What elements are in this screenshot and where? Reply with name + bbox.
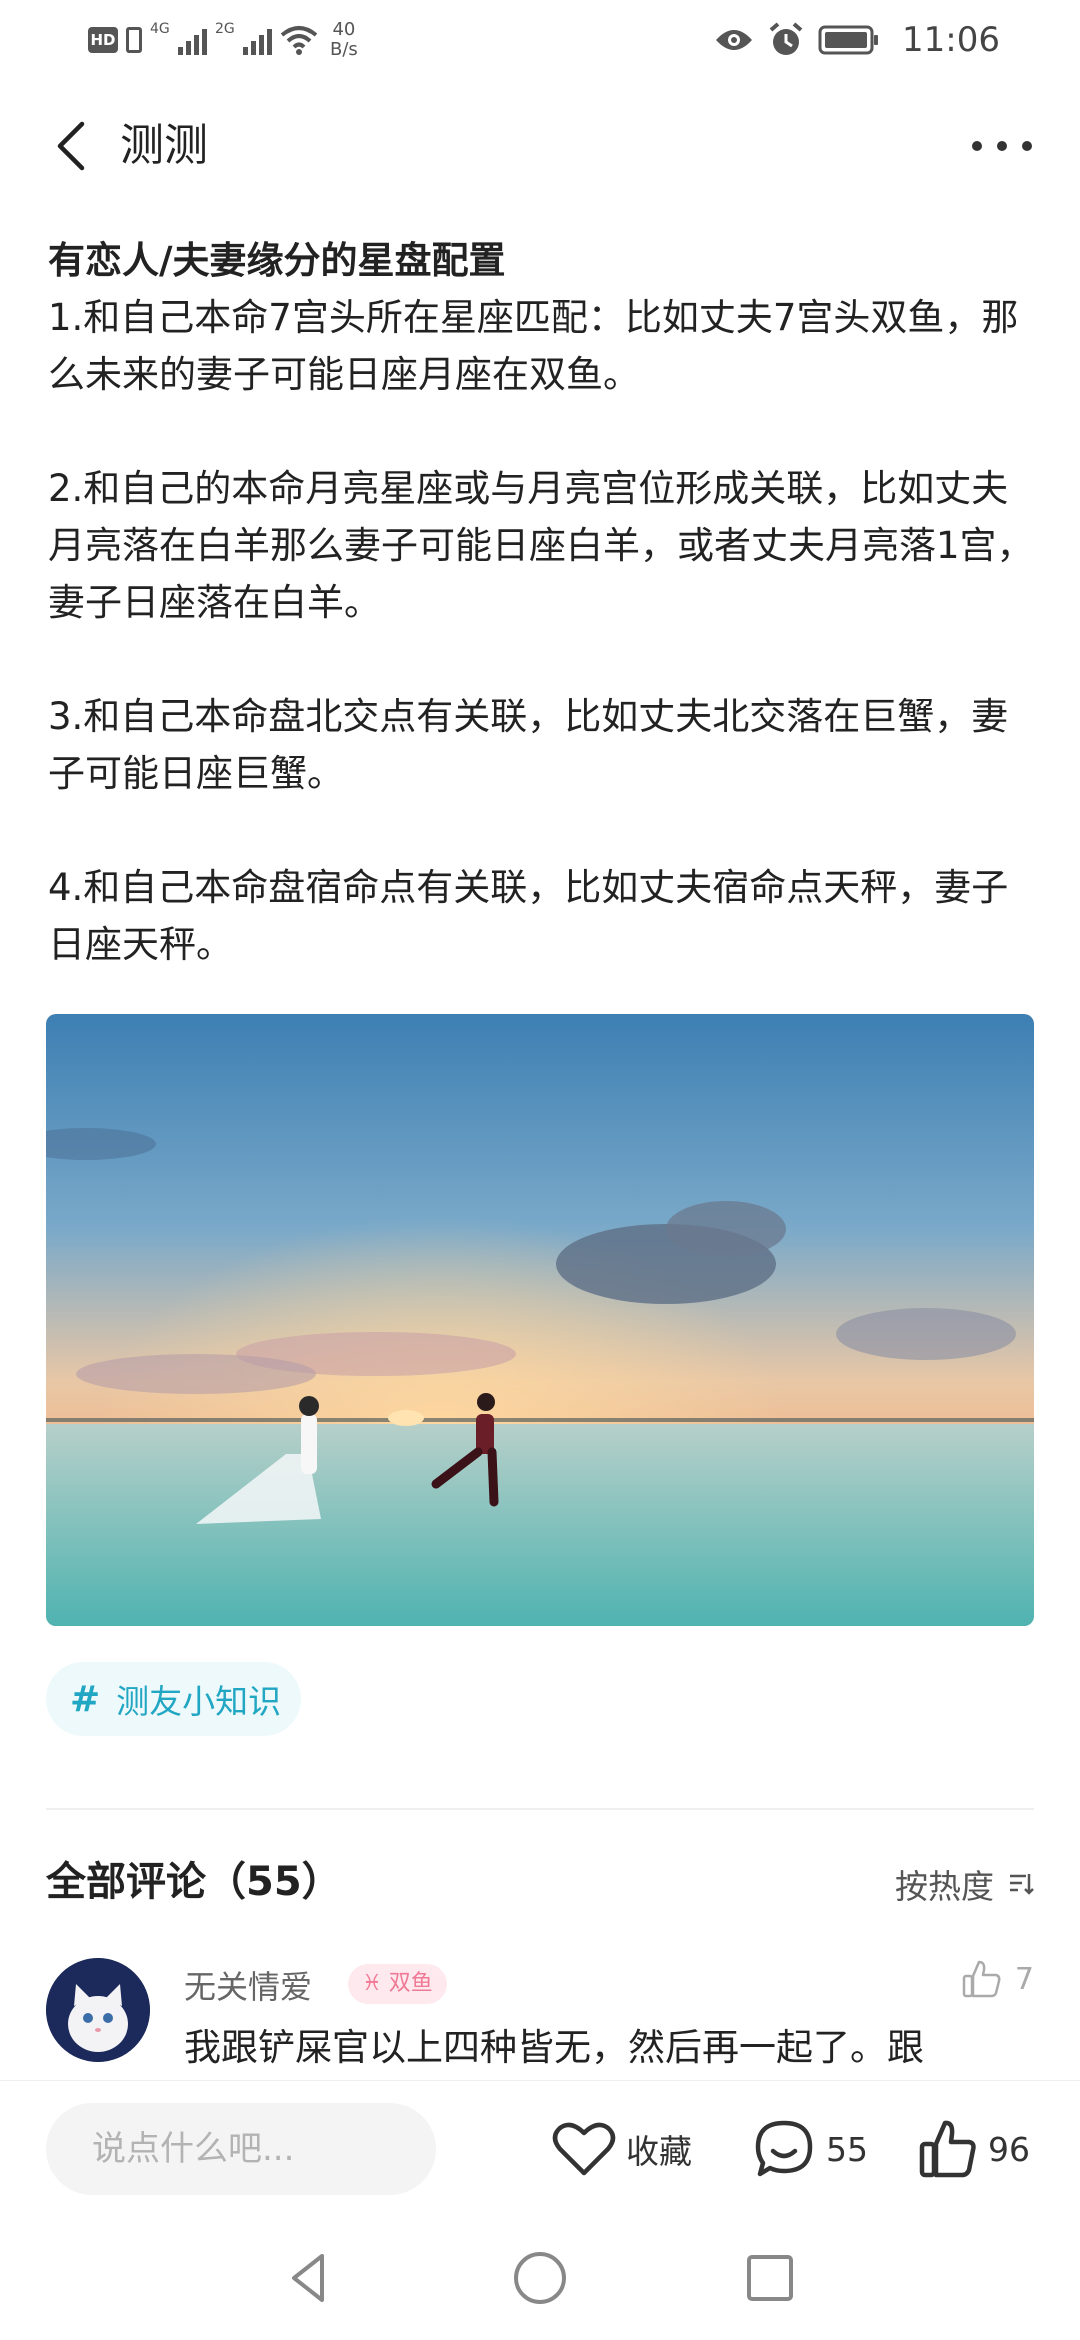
- sort-label: 按热度: [895, 1867, 994, 1906]
- like-count: 96: [988, 2129, 1030, 2169]
- status-left: HD 4G 2G 40 B/s: [88, 14, 358, 66]
- system-nav-bar: [0, 2218, 1080, 2340]
- heart-icon: [552, 2122, 616, 2176]
- sim2-network-type: 2G: [215, 21, 235, 37]
- like-button[interactable]: 96: [918, 2107, 1030, 2191]
- system-back-button[interactable]: [280, 2248, 340, 2308]
- sort-icon: [1010, 1874, 1034, 1895]
- comment-item: 无关情爱 ♓ 双鱼 7 我跟铲屎官以上四种皆无，然后再一起了。跟: [46, 1958, 1034, 2078]
- post-paragraph: 2.和自己的本命月亮星座或与月亮宫位形成关联，比如丈夫月亮落在白羊那么妻子可能日…: [48, 467, 1034, 624]
- system-home-button[interactable]: [510, 2248, 570, 2308]
- comments-title: 全部评论（55）: [46, 1859, 342, 1905]
- signal-icon-2: 2G: [215, 21, 272, 55]
- comment-text: 我跟铲屎官以上四种皆无，然后再一起了。跟: [184, 2026, 924, 2069]
- divider: [46, 1808, 1034, 1810]
- comment-like-count: 7: [1014, 1961, 1034, 1997]
- thumbs-up-icon: [962, 1960, 1001, 1998]
- topic-label: 测友小知识: [116, 1682, 282, 1721]
- favorite-label: 收藏: [626, 2132, 692, 2171]
- topic-tag[interactable]: # 测友小知识: [46, 1662, 302, 1736]
- system-recents-button[interactable]: [740, 2248, 800, 2308]
- sim1-network-type: 4G: [150, 21, 170, 37]
- post-paragraph: 3.和自己本命盘北交点有关联，比如丈夫北交落在巨蟹，妻子可能日座巨蟹。: [48, 695, 1009, 795]
- battery-icon: [818, 25, 879, 55]
- wifi-icon: [280, 26, 318, 55]
- comment-bubble-icon: [755, 2120, 813, 2177]
- chevron-left-icon: [57, 121, 85, 171]
- network-speed-value: 40: [332, 19, 356, 40]
- status-bar: HD 4G 2G 40 B/s 11:06: [0, 0, 1080, 80]
- comments-button[interactable]: 55: [752, 2107, 868, 2191]
- post-heading: 有恋人/夫妻缘分的星盘配置: [48, 239, 506, 282]
- page-title: 测测: [120, 120, 208, 171]
- comment-count: 55: [826, 2129, 868, 2169]
- comment-username[interactable]: 无关情爱: [184, 1962, 312, 2008]
- back-button[interactable]: [48, 118, 98, 174]
- alarm-icon: [769, 22, 803, 55]
- post-image[interactable]: [46, 1014, 1034, 1626]
- clock: 11:06: [902, 20, 1000, 60]
- sort-button[interactable]: 按热度: [895, 1860, 1034, 1908]
- more-dots-icon: [972, 141, 982, 151]
- thumbs-up-icon: [919, 2120, 976, 2178]
- post-paragraph: 4.和自己本命盘宿命点有关联，比如丈夫宿命点天秤，妻子日座天秤。: [48, 866, 1009, 966]
- bottom-action-bar: 收藏 55 96: [0, 2080, 1080, 2218]
- zodiac-badge: ♓ 双鱼: [348, 1964, 447, 2004]
- comment-like-button[interactable]: 7: [961, 1958, 1034, 2000]
- eye-icon: [716, 30, 753, 50]
- comments-header: 全部评论（55） 按热度: [46, 1852, 1034, 1912]
- post-paragraph: 1.和自己本命7宫头所在星座匹配：比如丈夫7宫头双鱼，那么未来的妻子可能日座月座…: [48, 296, 1019, 396]
- circle-home-icon: [514, 2252, 566, 2304]
- hd-icon: HD: [88, 27, 118, 53]
- status-right: 11:06: [714, 14, 1000, 66]
- triangle-back-icon: [292, 2254, 324, 2302]
- favorite-button[interactable]: 收藏: [552, 2107, 692, 2191]
- square-recents-icon: [747, 2255, 793, 2301]
- hashtag-icon: #: [70, 1678, 101, 1720]
- avatar[interactable]: [46, 1958, 150, 2062]
- sim-icon: [126, 27, 142, 53]
- nav-bar: 测测: [0, 100, 1080, 190]
- more-options-button[interactable]: [972, 118, 1032, 174]
- network-speed-unit: B/s: [330, 39, 358, 60]
- post-content: 有恋人/夫妻缘分的星盘配置 1.和自己本命7宫头所在星座匹配：比如丈夫7宫头双鱼…: [48, 232, 1038, 973]
- network-speed: 40 B/s: [330, 20, 358, 60]
- comment-input[interactable]: [46, 2103, 436, 2195]
- signal-icon: 4G: [150, 21, 207, 55]
